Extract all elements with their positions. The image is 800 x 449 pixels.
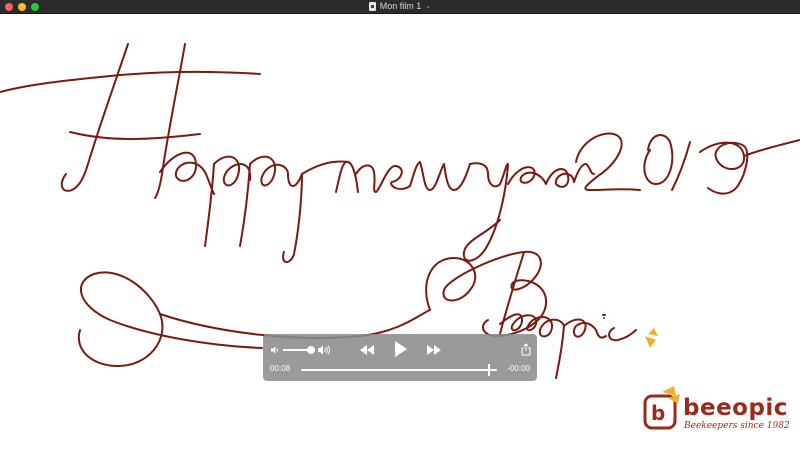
letter-h-left [60,43,129,192]
volume-knob[interactable] [307,346,315,354]
beeopic-logo-mark: b [643,386,680,430]
timeline-scrubber[interactable] [301,369,497,371]
word-new [335,160,471,193]
window-title-group[interactable]: Mon film 1 ⌄ [0,0,800,13]
document-icon [368,2,376,11]
remaining-time: -00:00 [507,364,530,373]
letter-h-right [154,43,186,199]
video-frame[interactable]: b beeopic Beekeepers since 1982 [0,14,800,449]
svg-text:b: b [651,401,665,425]
logo-tagline: Beekeepers since 1982 [684,421,790,431]
window-title: Mon film 1 [379,1,422,11]
video-artwork: b [0,43,800,430]
swash-bottom-loop [77,271,263,367]
playback-controls[interactable]: 00:08 -00:00 [263,334,537,381]
word-appy [159,151,303,263]
letter-h-bar [69,131,201,140]
volume-slider[interactable] [283,349,309,351]
share-icon[interactable] [521,343,531,356]
current-time: 00:08 [270,364,291,373]
title-bar[interactable]: Mon film 1 ⌄ [0,0,800,14]
volume-low-icon[interactable] [270,345,280,355]
logo-wordmark: beeopic [683,395,788,421]
play-button[interactable] [394,340,408,358]
letter-b [425,250,548,337]
volume-high-icon[interactable] [317,344,331,356]
playhead[interactable] [488,364,491,376]
bee-accent [645,328,658,348]
quicktime-window: Mon film 1 ⌄ b beeopic Beekeepers since … [0,0,800,449]
number-2019 [575,132,800,195]
chevron-down-icon[interactable]: ⌄ [425,0,431,13]
fast-forward-button[interactable] [426,344,442,356]
word-year [462,162,595,262]
rewind-button[interactable] [359,344,375,356]
swash-left [0,70,261,93]
